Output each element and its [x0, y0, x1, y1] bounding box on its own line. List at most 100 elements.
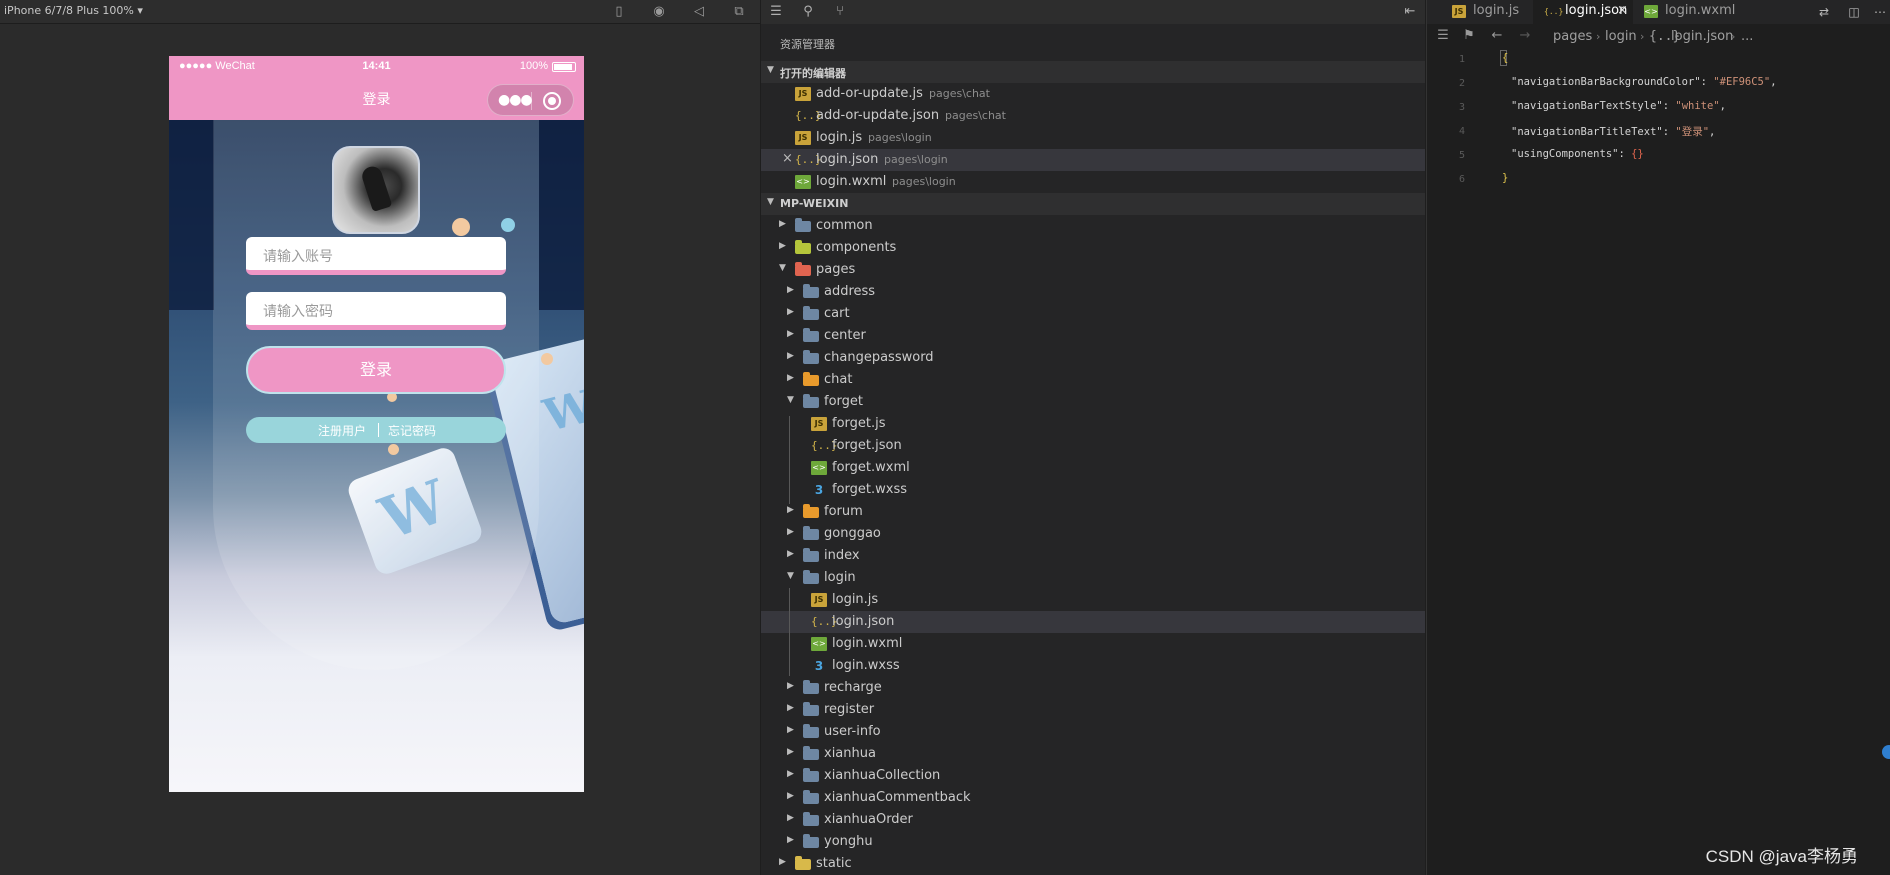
open-editors-section[interactable]: ▼ 打开的编辑器	[761, 61, 1425, 83]
tree-folder-item[interactable]: ▶ forum	[761, 501, 1425, 523]
close-icon[interactable]: ×	[1617, 3, 1628, 18]
tab-login-json[interactable]: {..} login.json ×	[1533, 0, 1633, 24]
file-path: pages\login	[892, 175, 956, 188]
tree-item-label: static	[816, 856, 852, 871]
bookmark-icon[interactable]: ⚑	[1461, 28, 1477, 44]
open-editor-item[interactable]: JS add-or-update.js pages\chat	[761, 83, 1425, 105]
tree-file-item[interactable]: 3 forget.wxss	[761, 479, 1425, 501]
tab-login-js[interactable]: JS login.js	[1441, 0, 1533, 24]
close-icon[interactable]: ×	[782, 151, 793, 166]
status-battery-level: 100%	[519, 60, 548, 72]
split-editor-icon[interactable]: ◫	[1845, 3, 1863, 21]
breadcrumb-item[interactable]: ...	[1741, 29, 1753, 44]
detach-window-icon[interactable]: ⧉	[730, 3, 748, 21]
breadcrumb-item[interactable]: login.json	[1671, 29, 1733, 44]
more-icon[interactable]: ●●●	[498, 89, 533, 111]
chevron-right-icon: ▶	[787, 307, 794, 317]
split-compare-icon[interactable]: ⇄	[1815, 3, 1833, 21]
outline-icon[interactable]: ☰	[1435, 28, 1451, 44]
tree-folder-item[interactable]: ▶ center	[761, 325, 1425, 347]
tree-file-item[interactable]: {..} login.json	[761, 611, 1425, 633]
phone-icon[interactable]: ▯	[610, 3, 628, 21]
register-link[interactable]: 注册用户	[318, 422, 366, 439]
tree-folder-item[interactable]: ▶ address	[761, 281, 1425, 303]
forward-arrow-icon[interactable]: →	[1517, 28, 1533, 44]
tree-folder-item[interactable]: ▶ recharge	[761, 677, 1425, 699]
line-number: 4	[1458, 126, 1465, 137]
collapse-panel-icon[interactable]: ⇤	[1401, 3, 1419, 21]
open-editor-item[interactable]: <> login.wxml pages\login	[761, 171, 1425, 193]
wxss-file-icon: 3	[814, 659, 824, 673]
more-icon[interactable]: ⋯	[1871, 3, 1889, 21]
tree-folder-item[interactable]: ▼ login	[761, 567, 1425, 589]
tree-item-label: gonggao	[824, 526, 881, 541]
open-editor-item[interactable]: {..} add-or-update.json pages\chat	[761, 105, 1425, 127]
tree-folder-item[interactable]: ▶ changepassword	[761, 347, 1425, 369]
chevron-down-icon: ▼	[767, 197, 774, 207]
tree-file-item[interactable]: <> forget.wxml	[761, 457, 1425, 479]
record-icon[interactable]: ◉	[650, 3, 668, 21]
search-icon[interactable]: ⚲	[799, 3, 817, 21]
json-key: "navigationBarTitleText":	[1511, 126, 1676, 138]
js-file-icon: JS	[811, 593, 827, 607]
tree-folder-item[interactable]: ▶ gonggao	[761, 523, 1425, 545]
tree-folder-item[interactable]: ▶ register	[761, 699, 1425, 721]
list-icon[interactable]: ☰	[767, 3, 785, 21]
wxss-file-icon: 3	[814, 483, 824, 497]
forget-password-link[interactable]: 忘记密码	[388, 422, 436, 439]
js-file-icon: JS	[1452, 5, 1466, 18]
avatar	[332, 146, 420, 234]
tree-folder-item[interactable]: ▶ common	[761, 215, 1425, 237]
floating-assist-icon[interactable]	[1882, 745, 1890, 759]
bubble-decoration	[501, 218, 515, 232]
wxml-file-icon: <>	[811, 637, 827, 651]
tree-folder-item[interactable]: ▶ index	[761, 545, 1425, 567]
js-file-icon: JS	[811, 417, 827, 431]
breadcrumb: ☰ ⚑ ← → pages › login › {..} login.json …	[1427, 24, 1890, 50]
tree-file-item[interactable]: 3 login.wxss	[761, 655, 1425, 677]
tree-folder-item[interactable]: ▼ forget	[761, 391, 1425, 413]
open-editor-item[interactable]: × {..} login.json pages\login	[761, 149, 1425, 171]
tree-file-item[interactable]: {..} forget.json	[761, 435, 1425, 457]
account-input[interactable]: 请输入账号	[246, 237, 506, 275]
tree-item-label: login.wxss	[832, 658, 900, 673]
chevron-right-icon: ▶	[779, 219, 786, 229]
tree-file-item[interactable]: JS login.js	[761, 589, 1425, 611]
close-circle-icon[interactable]	[543, 92, 561, 110]
tree-folder-item[interactable]: ▶ yonghu	[761, 831, 1425, 853]
device-select[interactable]: iPhone 6/7/8 Plus 100% ▾	[4, 4, 143, 17]
open-editor-item[interactable]: JS login.js pages\login	[761, 127, 1425, 149]
file-name: login.wxml	[816, 174, 887, 189]
login-button[interactable]: 登录	[246, 346, 506, 394]
wxml-file-icon: <>	[795, 175, 811, 189]
tree-folder-item[interactable]: ▶ cart	[761, 303, 1425, 325]
tree-folder-item[interactable]: ▶ xianhuaOrder	[761, 809, 1425, 831]
tree-folder-item[interactable]: ▶ chat	[761, 369, 1425, 391]
password-input[interactable]: 请输入密码	[246, 292, 506, 330]
file-name: login.js	[816, 130, 863, 145]
tree-file-item[interactable]: <> login.wxml	[761, 633, 1425, 655]
project-section[interactable]: ▼ MP-WEIXIN	[761, 193, 1425, 215]
js-file-icon: JS	[795, 131, 811, 145]
tab-login-wxml[interactable]: <> login.wxml	[1633, 0, 1735, 24]
tree-folder-item[interactable]: ▶ xianhua	[761, 743, 1425, 765]
tree-folder-item[interactable]: ▶ static	[761, 853, 1425, 875]
breadcrumb-item[interactable]: pages	[1553, 29, 1592, 44]
chevron-right-icon: ▶	[787, 285, 794, 295]
tree-folder-item[interactable]: ▼ pages	[761, 259, 1425, 281]
tree-file-item[interactable]: JS forget.js	[761, 413, 1425, 435]
json-value: {}	[1631, 148, 1644, 160]
chevron-right-icon: ▶	[787, 791, 794, 801]
code-line: "navigationBarTitleText": "登录",	[1511, 126, 1716, 138]
tree-folder-item[interactable]: ▶ xianhuaCollection	[761, 765, 1425, 787]
json-file-icon: {..}	[811, 439, 838, 452]
tree-folder-item[interactable]: ▶ xianhuaCommentback	[761, 787, 1425, 809]
folder-icon	[803, 746, 819, 760]
source-control-icon[interactable]: ⑂	[831, 3, 849, 21]
back-arrow-icon[interactable]: ←	[1489, 28, 1505, 44]
volume-icon[interactable]: ◁	[690, 3, 708, 21]
tree-folder-item[interactable]: ▶ user-info	[761, 721, 1425, 743]
tree-folder-item[interactable]: ▶ components	[761, 237, 1425, 259]
account-placeholder: 请输入账号	[263, 249, 333, 265]
breadcrumb-item[interactable]: login	[1605, 29, 1637, 44]
